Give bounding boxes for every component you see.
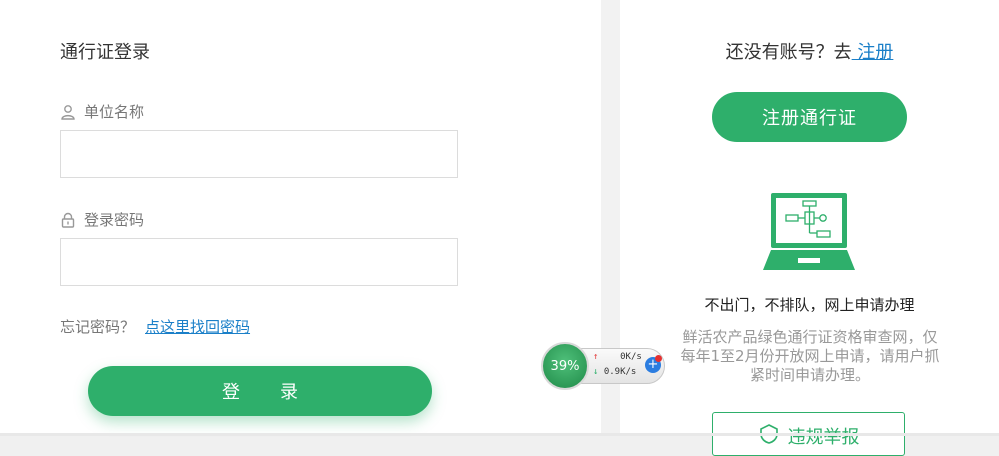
lock-icon — [61, 212, 75, 228]
password-label: 登录密码 — [84, 211, 145, 229]
login-panel: 通行证登录 单位名称 登录密码 忘记密码？ 点这里找回密码 登录 — [0, 0, 620, 436]
password-label-row: 登录密码 — [60, 209, 144, 230]
login-button[interactable]: 登录 — [88, 366, 432, 416]
notification-dot — [655, 355, 662, 362]
upload-speed: ↑ 0K/s — [593, 352, 642, 362]
user-icon — [61, 104, 75, 120]
network-monitor-widget[interactable]: ↑ 0K/s ↓ 0.9K/s + 39% — [541, 342, 669, 390]
unit-name-field[interactable] — [60, 130, 458, 178]
forgot-password-row: 忘记密码？ 点这里找回密码 — [60, 316, 250, 337]
register-pass-button[interactable]: 注册通行证 — [712, 92, 907, 142]
unit-name-input[interactable] — [61, 131, 457, 177]
password-input[interactable] — [61, 239, 457, 285]
password-field[interactable] — [60, 238, 458, 286]
register-panel: 还没有账号？去 注册 注册通行证 不出门，不排队，网上申请办理 鲜活农产品绿色通… — [620, 0, 999, 456]
service-description: 鲜活农产品绿色通行证资格审查网，仅每年1至2月份开放网上申请，请用户抓紧时间申请… — [680, 328, 940, 384]
forgot-password-text: 忘记密码？ — [60, 318, 136, 336]
memory-percent-badge[interactable]: 39% — [541, 342, 589, 390]
unit-label-row: 单位名称 — [60, 101, 144, 122]
recover-password-link[interactable]: 点这里找回密码 — [145, 318, 250, 336]
unit-label: 单位名称 — [84, 103, 145, 121]
register-prompt: 还没有账号？去 — [725, 42, 852, 63]
laptop-flowchart-icon — [763, 193, 855, 270]
report-button-label: 违规举报 — [787, 427, 860, 448]
login-title: 通行证登录 — [60, 42, 150, 63]
download-speed: ↓ 0.9K/s — [593, 367, 637, 377]
service-tagline: 不出门，不排队，网上申请办理 — [704, 296, 915, 314]
register-link[interactable]: 注册 — [852, 42, 893, 63]
register-prompt-row: 还没有账号？去 注册 — [620, 38, 999, 64]
